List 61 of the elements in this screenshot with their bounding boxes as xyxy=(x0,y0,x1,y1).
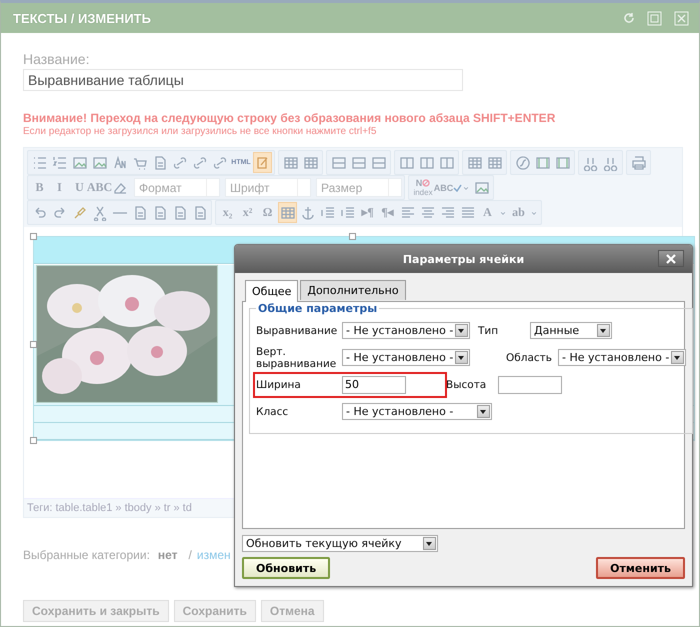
field-label: Высота xyxy=(446,378,488,390)
field-label: Ширина xyxy=(256,378,302,390)
field-label: Тип xyxy=(478,324,500,336)
group-title: Общие параметры xyxy=(257,302,378,315)
dropdown[interactable]: - Не установлено - xyxy=(342,403,492,420)
dropdown[interactable]: Данные xyxy=(530,322,612,339)
resize-handle[interactable] xyxy=(30,341,37,348)
warning-text: Внимание! Переход на следующую строку без образования нового абзаца SHIFT+ENTER xyxy=(23,111,556,125)
dialog-title: Параметры ячейки xyxy=(402,252,524,266)
field-label: Выравнивание xyxy=(256,324,338,336)
resize-handle[interactable] xyxy=(349,233,356,240)
close-icon[interactable] xyxy=(674,10,689,26)
field-label: Верт. выравнивание xyxy=(256,346,338,370)
categories-value: нет xyxy=(158,548,178,562)
toolbar-button[interactable]: ab xyxy=(509,202,528,223)
toolbar-button[interactable]: B xyxy=(30,177,49,198)
check-icon xyxy=(453,184,462,192)
dropdown[interactable]: - Не установлено - xyxy=(558,349,686,366)
toolbar-button[interactable]: A xyxy=(478,202,497,223)
separator: / xyxy=(188,548,192,562)
input-field[interactable]: 50 xyxy=(342,376,406,394)
warning-hint: Если редактор не загрузился или загрузились не все кнопки нажмите ctrl+f5 xyxy=(23,126,378,137)
toolbar-button[interactable]: Ω xyxy=(258,202,277,223)
resize-handle[interactable] xyxy=(30,233,37,240)
categories-label: Выбранные категории: xyxy=(23,548,150,562)
dialog-button[interactable]: Обновить xyxy=(242,557,330,579)
name-field[interactable]: Выравнивание таблицы xyxy=(23,69,463,91)
edit-icon[interactable] xyxy=(253,152,272,173)
dialog-button[interactable]: Отменить xyxy=(596,557,685,579)
field-label: Название: xyxy=(23,51,90,67)
window-title: ТЕКСТЫ / ИЗМЕНИТЬ xyxy=(13,10,151,26)
close-button[interactable] xyxy=(658,250,684,267)
resize-handle[interactable] xyxy=(30,437,37,444)
toolbar-button[interactable]: I xyxy=(50,177,69,198)
field-label: Класс xyxy=(256,406,290,418)
dialog-tab[interactable]: Дополнительно xyxy=(300,280,406,300)
dropdown[interactable]: - Не установлено - xyxy=(342,349,470,366)
toolbar-button[interactable]: x² xyxy=(238,202,257,223)
toolbar-dropdown[interactable]: Формат xyxy=(134,178,220,197)
toolbar-button[interactable]: ▸¶ xyxy=(358,202,377,223)
input-field[interactable] xyxy=(498,376,562,394)
form-button[interactable]: Сохранить и закрыть xyxy=(23,600,169,622)
toolbar-dropdown[interactable]: Размер xyxy=(316,178,402,197)
dropdown[interactable]: - Не установлено - xyxy=(342,322,470,339)
toolbar-button[interactable]: U xyxy=(70,177,89,198)
form-button[interactable]: Отмена xyxy=(260,600,324,622)
change-link[interactable]: измен xyxy=(196,548,231,562)
action-dropdown[interactable]: Обновить текущую ячейку xyxy=(242,535,438,552)
table-icon[interactable] xyxy=(278,202,297,223)
toolbar-button[interactable]: ¶◂ xyxy=(378,202,397,223)
toolbar-button[interactable]: N index xyxy=(411,177,435,198)
toolbar-button[interactable]: x₂ xyxy=(218,202,237,223)
close-icon xyxy=(665,254,677,264)
dialog-tab[interactable]: Общее xyxy=(245,280,298,302)
form-button[interactable]: Сохранить xyxy=(174,600,256,622)
field-label: Область xyxy=(506,352,553,364)
refresh-icon[interactable] xyxy=(623,12,635,24)
toolbar-button[interactable]: ABC xyxy=(436,177,460,198)
toolbar-dropdown[interactable]: Шрифт xyxy=(225,178,311,197)
maximize-icon[interactable] xyxy=(647,10,662,26)
prohibited-icon xyxy=(422,179,430,187)
